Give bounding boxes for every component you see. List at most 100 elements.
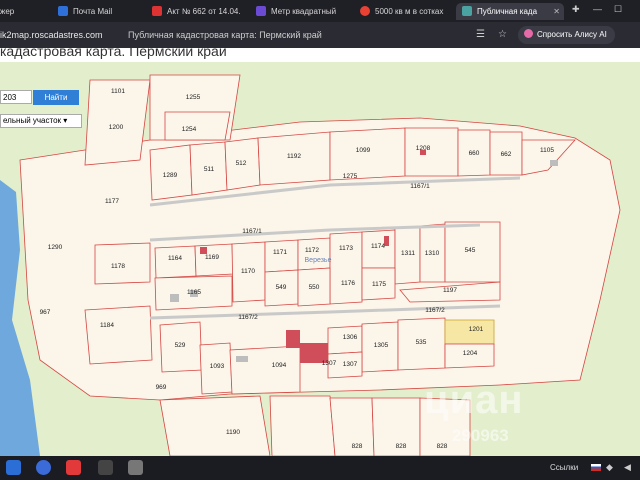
tab-pdf-act[interactable]: Акт № 662 от 14.04. <box>152 3 244 20</box>
parcel-number-label[interactable]: 1165 <box>187 289 201 296</box>
parcel-number-label[interactable]: 1255 <box>186 94 201 101</box>
parcel-number-label[interactable]: 1101 <box>111 88 125 95</box>
parcel-number-label[interactable]: 1093 <box>210 363 225 370</box>
ruler-icon <box>256 6 266 16</box>
map-icon <box>462 6 472 16</box>
parcel-number-label[interactable]: 549 <box>276 284 287 291</box>
taskbar: Ссылки ◆ ◀ <box>0 456 640 480</box>
parcel-number-label[interactable]: 969 <box>156 384 167 391</box>
search-button[interactable]: Найти <box>33 90 79 105</box>
parcel-number-label[interactable]: 1171 <box>273 249 287 256</box>
tab-metr[interactable]: Метр квадратный <box>256 3 354 20</box>
tab-label: Публичная када <box>477 7 538 16</box>
new-tab-icon[interactable]: ✚ <box>572 4 580 15</box>
alice-label: Спросить Алису AI <box>537 30 607 39</box>
parcel-number-label[interactable]: 1105 <box>540 147 554 154</box>
parcel-number-label[interactable]: 1174 <box>371 243 385 250</box>
parcel-number-label[interactable]: 511 <box>204 166 215 173</box>
parcel-number-label[interactable]: 1184 <box>100 322 114 329</box>
yandex-browser-icon[interactable] <box>98 460 113 475</box>
browser-icon[interactable] <box>36 460 51 475</box>
parcel-number-label[interactable]: 1275 <box>343 173 358 180</box>
parcel-number-label[interactable]: 1306 <box>343 334 358 341</box>
tab-mail[interactable]: Почта Mail <box>58 3 140 20</box>
parcel-number-label[interactable]: 828 <box>396 443 407 450</box>
maximize-icon[interactable]: ☐ <box>614 4 622 15</box>
select-value: ельный участок <box>3 116 62 125</box>
browser-tab-bar: жер Почта Mail Акт № 662 от 14.04. Метр … <box>0 0 640 22</box>
volume-icon[interactable]: ◀ <box>624 462 631 473</box>
object-type-select[interactable]: ельный участок ▾ <box>0 114 82 128</box>
parcel-number-label[interactable]: 535 <box>416 339 427 346</box>
tab-zher[interactable]: жер <box>0 3 50 20</box>
parcel-number-label[interactable]: 1170 <box>241 268 255 275</box>
parcel-number-label[interactable]: 660 <box>469 150 480 157</box>
cadastral-map[interactable]: 1101 1255 1200 1254 1289 511 512 1192 1099 1208 66… <box>0 62 640 456</box>
parcel-number-label[interactable]: 1167/2 <box>425 307 445 314</box>
parcel-number-label[interactable]: 1208 <box>416 145 431 152</box>
links-label[interactable]: Ссылки <box>550 463 578 472</box>
parcel-number-label[interactable]: 529 <box>175 342 186 349</box>
file-manager-icon[interactable] <box>128 460 143 475</box>
parcel-number-label[interactable]: 1172 <box>305 247 319 254</box>
cadastre-search-input[interactable] <box>0 90 32 104</box>
ask-alice-button[interactable]: Спросить Алису AI <box>518 26 615 44</box>
parcel-number-label[interactable]: 1192 <box>287 153 301 160</box>
map-title: кадастровая карта. Пермский край <box>0 48 227 59</box>
parcel-number-label[interactable]: 1197 <box>443 287 457 294</box>
bookmark-list-icon[interactable]: ☰ <box>476 29 485 40</box>
mail-icon <box>58 6 68 16</box>
page-title: Публичная кадастровая карта: Пермский кр… <box>128 30 322 40</box>
parcel-number-label[interactable]: 1305 <box>374 342 389 349</box>
parcel-number-label[interactable]: 1164 <box>168 255 182 262</box>
parcel-number-label[interactable]: 512 <box>236 160 247 167</box>
parcel-number-label[interactable]: 1094 <box>272 362 287 369</box>
parcel-number-label[interactable]: 1177 <box>105 198 119 205</box>
parcel-number-label[interactable]: 1200 <box>109 124 124 131</box>
parcel-number-label[interactable]: 1204 <box>463 350 478 357</box>
tab-label: 5000 кв м в сотках <box>375 7 444 16</box>
start-icon[interactable] <box>6 460 21 475</box>
ru-flag-icon[interactable] <box>591 464 601 471</box>
parcel-number-label[interactable]: 1310 <box>425 250 440 257</box>
parcel-number-label[interactable]: 662 <box>501 151 512 158</box>
parcel-number-label[interactable]: 967 <box>40 309 51 316</box>
parcel-number-label[interactable]: 1176 <box>341 280 355 287</box>
parcel-number-label[interactable]: 1167/1 <box>410 183 430 190</box>
tab-label: Почта Mail <box>73 7 113 16</box>
parcel-number-label[interactable]: 1169 <box>205 254 219 261</box>
parcel-number-label[interactable]: 828 <box>352 443 363 450</box>
tab-sotki[interactable]: 5000 кв м в сотках <box>360 3 452 20</box>
parcel-number-label[interactable]: 1167/1 <box>242 228 262 235</box>
parcel-number-label[interactable]: 550 <box>309 284 320 291</box>
parcel-number-label[interactable]: 1289 <box>163 172 178 179</box>
parcel-number-label[interactable]: 1254 <box>182 126 197 133</box>
url-field[interactable]: ik2map.roscadastres.com <box>0 30 103 40</box>
parcel-number-label[interactable]: 1307 <box>322 360 337 367</box>
parcel-number-label[interactable]: 828 <box>437 443 448 450</box>
minimize-icon[interactable]: — <box>593 4 602 14</box>
network-icon[interactable]: ◆ <box>606 462 613 473</box>
tab-label: Акт № 662 от 14.04. <box>167 7 241 16</box>
parcel-number-label[interactable]: 1099 <box>356 147 371 154</box>
parcel-number-label[interactable]: 1201 <box>469 326 484 333</box>
parcel-number-label[interactable]: 1178 <box>111 263 125 270</box>
parcel-number-label[interactable]: 1173 <box>339 245 353 252</box>
parcel-number-label[interactable]: 1311 <box>401 250 415 257</box>
page-header: кадастровая карта. Пермский край <box>0 48 640 62</box>
parcel-number-label[interactable]: 545 <box>465 247 476 254</box>
alice-icon <box>524 29 533 38</box>
parcel-number-label[interactable]: 1190 <box>226 429 240 436</box>
app-icon[interactable] <box>66 460 81 475</box>
close-icon[interactable]: ✕ <box>553 3 560 20</box>
tab-cadastre[interactable]: Публичная када ✕ <box>456 3 564 20</box>
parcel-number-label[interactable]: 1290 <box>48 244 63 251</box>
parcel-number-label[interactable]: 1175 <box>372 281 386 288</box>
map-canvas[interactable]: 1101 1255 1200 1254 1289 511 512 1192 1099 1208 66… <box>0 62 640 456</box>
bookmark-icon[interactable]: ☆ <box>498 29 507 40</box>
tab-label: Метр квадратный <box>271 7 337 16</box>
pdf-icon <box>152 6 162 16</box>
parcel-number-label[interactable]: 1167/2 <box>238 314 258 321</box>
parcel-number-label[interactable]: 1307 <box>343 361 358 368</box>
tab-label: жер <box>0 7 15 16</box>
